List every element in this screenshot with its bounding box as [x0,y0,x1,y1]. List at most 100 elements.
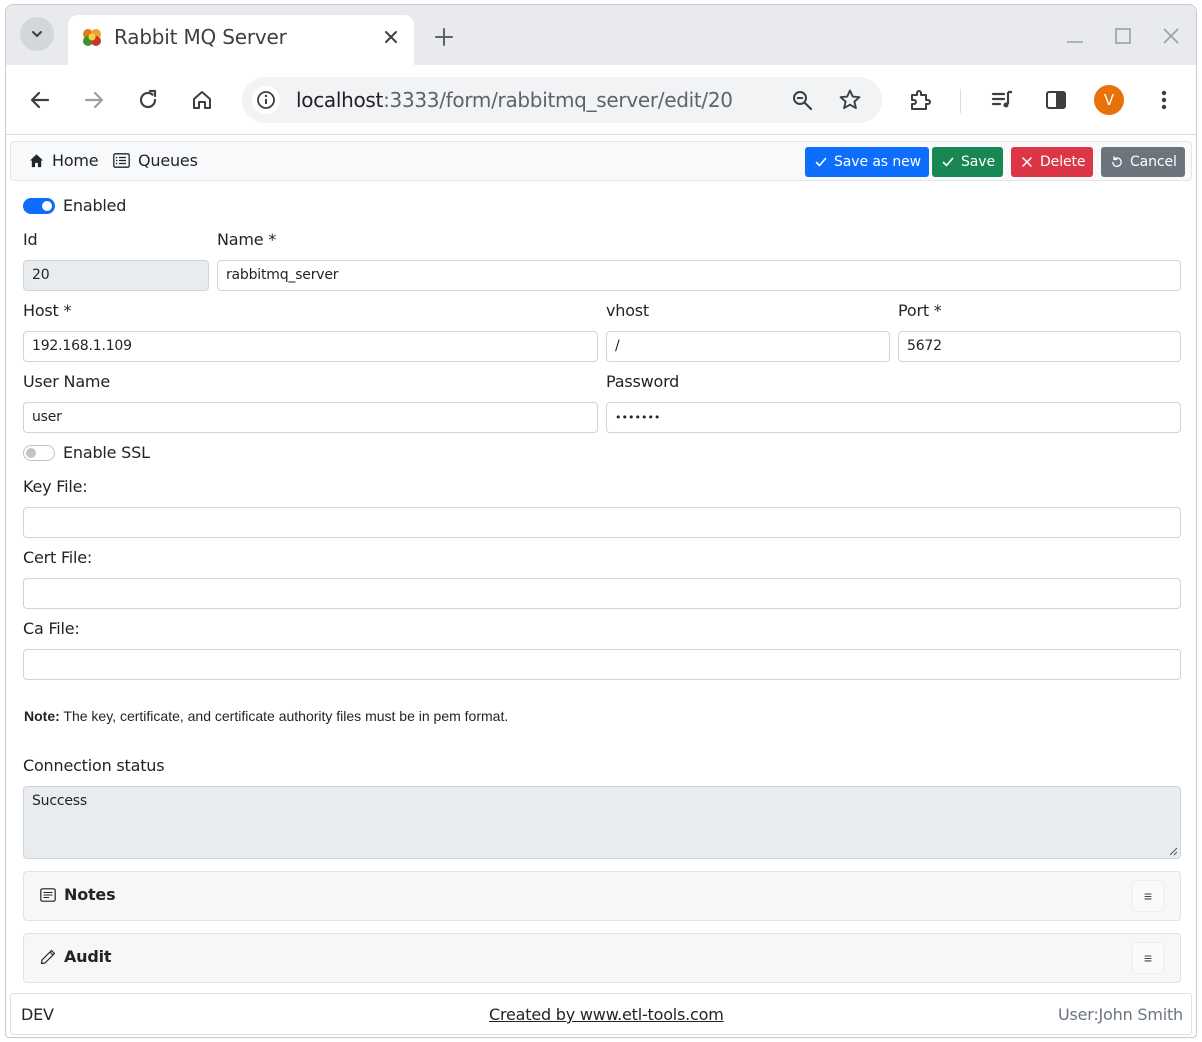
home-icon [193,91,211,109]
vhost-label: vhost [606,301,650,320]
save-label: Save [961,154,995,170]
plus-icon [435,28,453,46]
card-list-icon [113,153,130,168]
credit-link[interactable]: Created by www.etl-tools.com [489,1005,724,1024]
rotate-ccw-icon [1112,156,1122,167]
audit-title-text: Audit [64,947,112,966]
audit-panel-header[interactable]: Audit ≡ [23,933,1181,983]
delete-label: Delete [1040,154,1086,170]
arrow-left-icon [30,91,50,109]
url-host: localhost [296,88,384,112]
forward-button[interactable] [80,86,108,114]
username-label: User Name [23,372,110,391]
audit-toggle-button[interactable]: ≡ [1132,942,1164,974]
app-content: Home Queues Save as new Save Delete Canc… [6,136,1196,1037]
note-prefix: Note: [24,708,60,724]
app-footer: DEV Created by www.etl-tools.com User:Jo… [10,993,1192,1035]
star-icon [839,89,861,110]
extensions-button[interactable] [906,86,934,114]
host-label: Host * [23,301,72,320]
close-icon [385,31,397,43]
zoom-button[interactable] [788,86,816,114]
name-input[interactable]: rabbitmq_server [217,260,1181,291]
app-navbar: Home Queues Save as new Save Delete Canc… [10,141,1192,181]
cafile-input[interactable] [23,649,1181,680]
delete-button[interactable]: Delete [1011,147,1094,177]
resize-grip-icon[interactable] [1168,846,1178,856]
home-browser-button[interactable] [188,86,216,114]
cafile-label: Ca File: [23,619,80,638]
bookmark-button[interactable] [836,86,864,114]
new-tab-button[interactable] [430,23,458,51]
notes-title-text: Notes [64,885,116,904]
save-as-new-button[interactable]: Save as new [805,147,929,177]
connection-status-textarea[interactable]: Success [23,786,1181,859]
side-panel-icon [1046,91,1066,109]
name-label: Name * [217,230,277,249]
notes-panel-header[interactable]: Notes ≡ [23,871,1181,921]
note-text: The key, certificate, and certificate au… [59,708,509,724]
media-controls-button[interactable] [988,86,1016,114]
home-icon [29,154,44,168]
ssl-switch[interactable] [23,445,55,461]
more-vert-icon [1161,90,1167,110]
back-button[interactable] [26,86,54,114]
minimize-icon [1067,41,1083,43]
arrow-right-icon [84,91,104,109]
profile-avatar[interactable]: V [1094,85,1124,115]
tab-title: Rabbit MQ Server [114,25,287,49]
nav-home-label: Home [52,151,99,170]
nav-home-link[interactable]: Home [29,151,99,170]
id-field: 20 [23,260,209,291]
info-icon [257,91,275,109]
site-info-button[interactable] [252,86,280,114]
check-icon [942,157,954,167]
keyfile-input[interactable] [23,507,1181,538]
puzzle-icon [911,90,931,110]
notes-panel-title: Notes [40,885,116,904]
close-window-button[interactable] [1158,23,1184,49]
close-tab-button[interactable] [380,26,402,48]
connection-status-value: Success [32,793,87,809]
nav-queues-label: Queues [138,151,198,170]
browser-tab[interactable]: Rabbit MQ Server [68,15,414,65]
cancel-label: Cancel [1130,154,1177,170]
enabled-switch[interactable] [23,198,55,214]
x-icon [1022,157,1032,167]
side-panel-button[interactable] [1042,86,1070,114]
id-label: Id [23,230,38,249]
browser-menu-button[interactable] [1150,86,1178,114]
save-button[interactable]: Save [932,147,1003,177]
browser-toolbar: localhost:3333/form/rabbitmq_server/edit… [6,65,1196,135]
toolbar-divider [960,89,961,113]
reload-button[interactable] [134,86,162,114]
maximize-button[interactable] [1110,23,1136,49]
password-input[interactable]: ••••••• [606,402,1181,433]
certfile-label: Cert File: [23,548,93,567]
minimize-button[interactable] [1062,23,1088,49]
host-input[interactable]: 192.168.1.109 [23,331,598,362]
current-user-label: User:John Smith [1057,1005,1183,1024]
notes-toggle-button[interactable]: ≡ [1132,880,1164,912]
audit-panel-title: Audit [40,947,112,966]
pencil-icon [40,949,56,964]
tab-strip: Rabbit MQ Server [6,5,1196,65]
vhost-input[interactable]: / [606,331,890,362]
tab-search-button[interactable] [20,17,54,51]
url-path: :3333/form/rabbitmq_server/edit/20 [383,88,733,112]
nav-queues-link[interactable]: Queues [113,151,198,170]
notes-icon [40,887,56,902]
pem-format-note: Note: The key, certificate, and certific… [24,708,508,724]
certfile-input[interactable] [23,578,1181,609]
save-as-new-label: Save as new [834,154,921,170]
address-bar[interactable]: localhost:3333/form/rabbitmq_server/edit… [242,77,882,123]
cancel-button[interactable]: Cancel [1101,147,1185,177]
rabbitmq-favicon-icon [83,29,101,46]
reload-icon [139,89,157,109]
environment-label: DEV [21,1005,54,1024]
username-input[interactable]: user [23,402,598,433]
close-icon [1163,28,1179,44]
port-input[interactable]: 5672 [898,331,1181,362]
url-text: localhost:3333/form/rabbitmq_server/edit… [296,88,733,112]
ssl-label: Enable SSL [63,443,150,462]
